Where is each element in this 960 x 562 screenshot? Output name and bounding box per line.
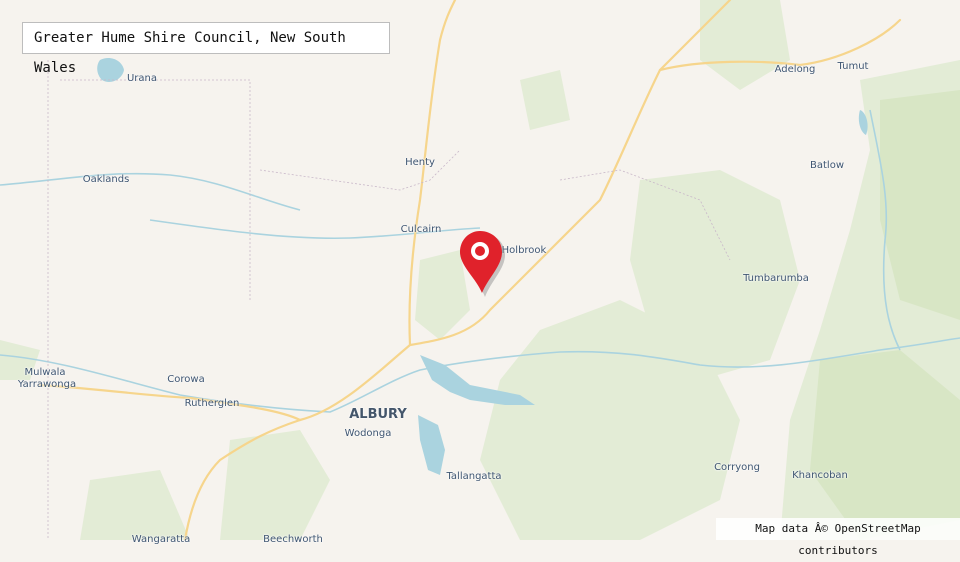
location-pin-icon[interactable]	[458, 229, 506, 297]
place-label-oaklands: Oaklands	[82, 174, 130, 185]
place-label-mulwala: Mulwala	[24, 367, 66, 378]
map-title: Greater Hume Shire Council, New South Wa…	[22, 22, 390, 76]
place-label-adelong: Adelong	[774, 64, 816, 75]
place-label-tumut: Tumut	[837, 61, 869, 72]
place-label-henty: Henty	[405, 157, 435, 168]
place-label-yarrawonga: Yarrawonga	[17, 379, 77, 390]
place-label-tallangatta: Tallangatta	[446, 471, 502, 482]
place-label-holbrook: Holbrook	[501, 245, 547, 256]
place-label-khancoban: Khancoban	[792, 470, 848, 481]
place-label-albury: ALBURY	[349, 407, 407, 422]
place-label-corowa: Corowa	[167, 374, 205, 385]
map-canvas[interactable]: Urana Oaklands Henty Culcairn Holbrook A…	[0, 0, 960, 557]
place-label-batlow: Batlow	[810, 160, 844, 171]
map-attribution: Map data Â© OpenStreetMap contributors	[716, 518, 960, 557]
place-label-rutherglen: Rutherglen	[184, 398, 240, 409]
place-label-corryong: Corryong	[714, 462, 760, 473]
place-label-culcairn: Culcairn	[400, 224, 442, 235]
place-label-tumbarumba: Tumbarumba	[743, 273, 809, 284]
place-label-wodonga: Wodonga	[344, 428, 392, 439]
place-label-urana: Urana	[126, 73, 158, 84]
